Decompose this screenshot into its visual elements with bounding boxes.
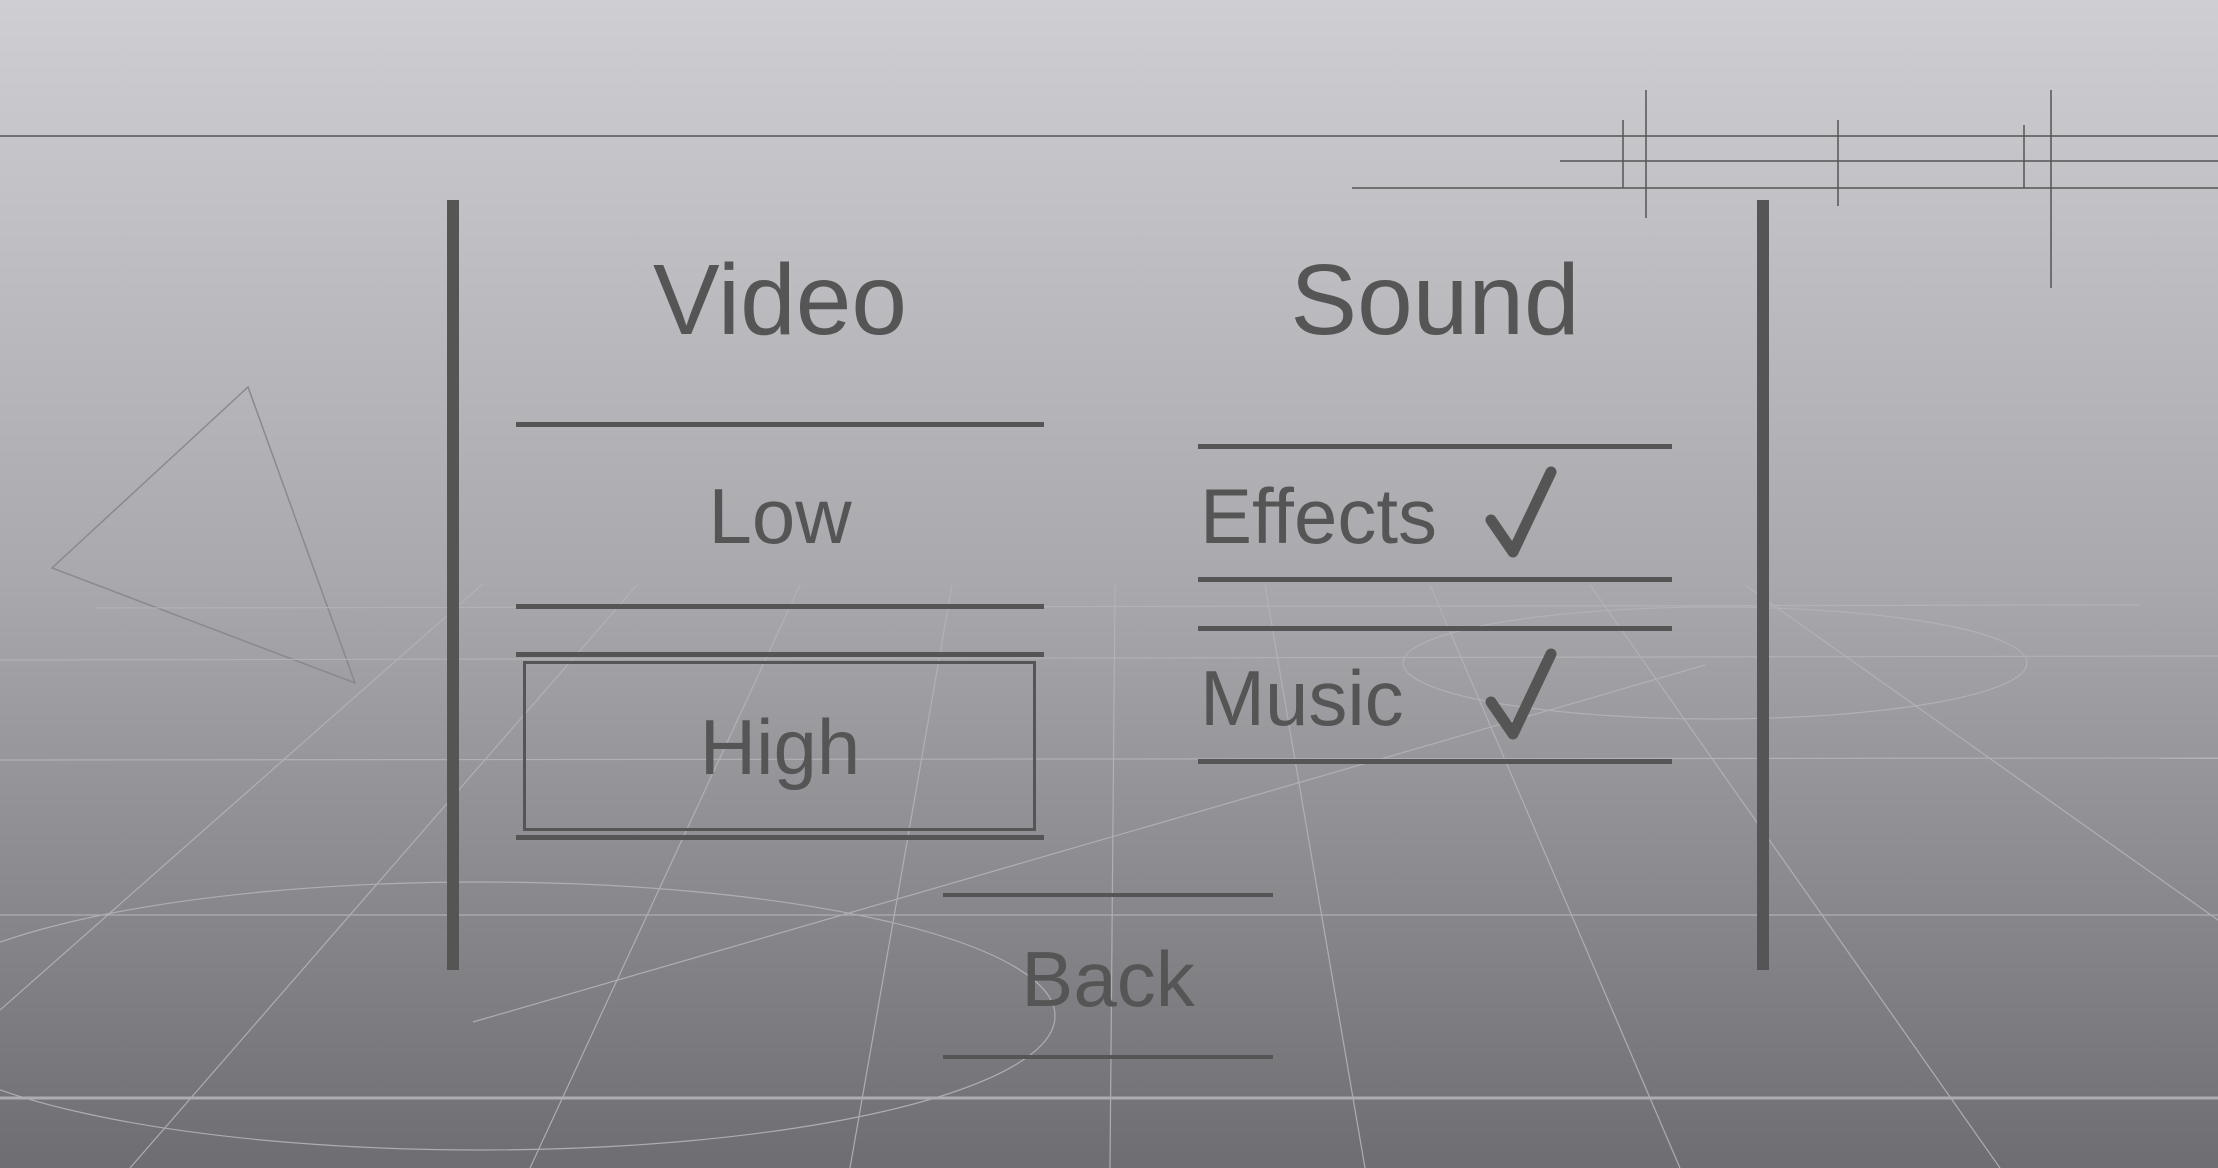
effects-bottom-rule bbox=[1198, 577, 1672, 582]
music-bottom-rule bbox=[1198, 759, 1672, 764]
music-toggle[interactable]: Music bbox=[1198, 632, 1672, 757]
sound-heading: Sound bbox=[1290, 244, 1580, 356]
low-option-bottom-rule bbox=[516, 604, 1044, 609]
video-heading: Video bbox=[653, 244, 907, 356]
effects-label: Effects bbox=[1200, 472, 1438, 560]
low-option-top-rule bbox=[516, 422, 1044, 427]
left-panel-bar bbox=[447, 200, 459, 970]
music-top-rule bbox=[1198, 626, 1672, 631]
checkmark-icon bbox=[1485, 648, 1557, 740]
checkmark-icon bbox=[1485, 466, 1557, 558]
effects-toggle[interactable]: Effects bbox=[1198, 450, 1672, 575]
high-option-top-rule bbox=[516, 652, 1044, 657]
high-option-bottom-rule bbox=[516, 835, 1044, 840]
right-panel-bar bbox=[1757, 200, 1769, 970]
video-option-low[interactable]: Low bbox=[516, 477, 1044, 555]
music-label: Music bbox=[1200, 654, 1404, 742]
back-top-rule bbox=[943, 893, 1273, 897]
video-option-high[interactable]: High bbox=[516, 708, 1044, 786]
back-bottom-rule bbox=[943, 1055, 1273, 1059]
back-button[interactable]: Back bbox=[943, 940, 1273, 1018]
effects-top-rule bbox=[1198, 444, 1672, 449]
